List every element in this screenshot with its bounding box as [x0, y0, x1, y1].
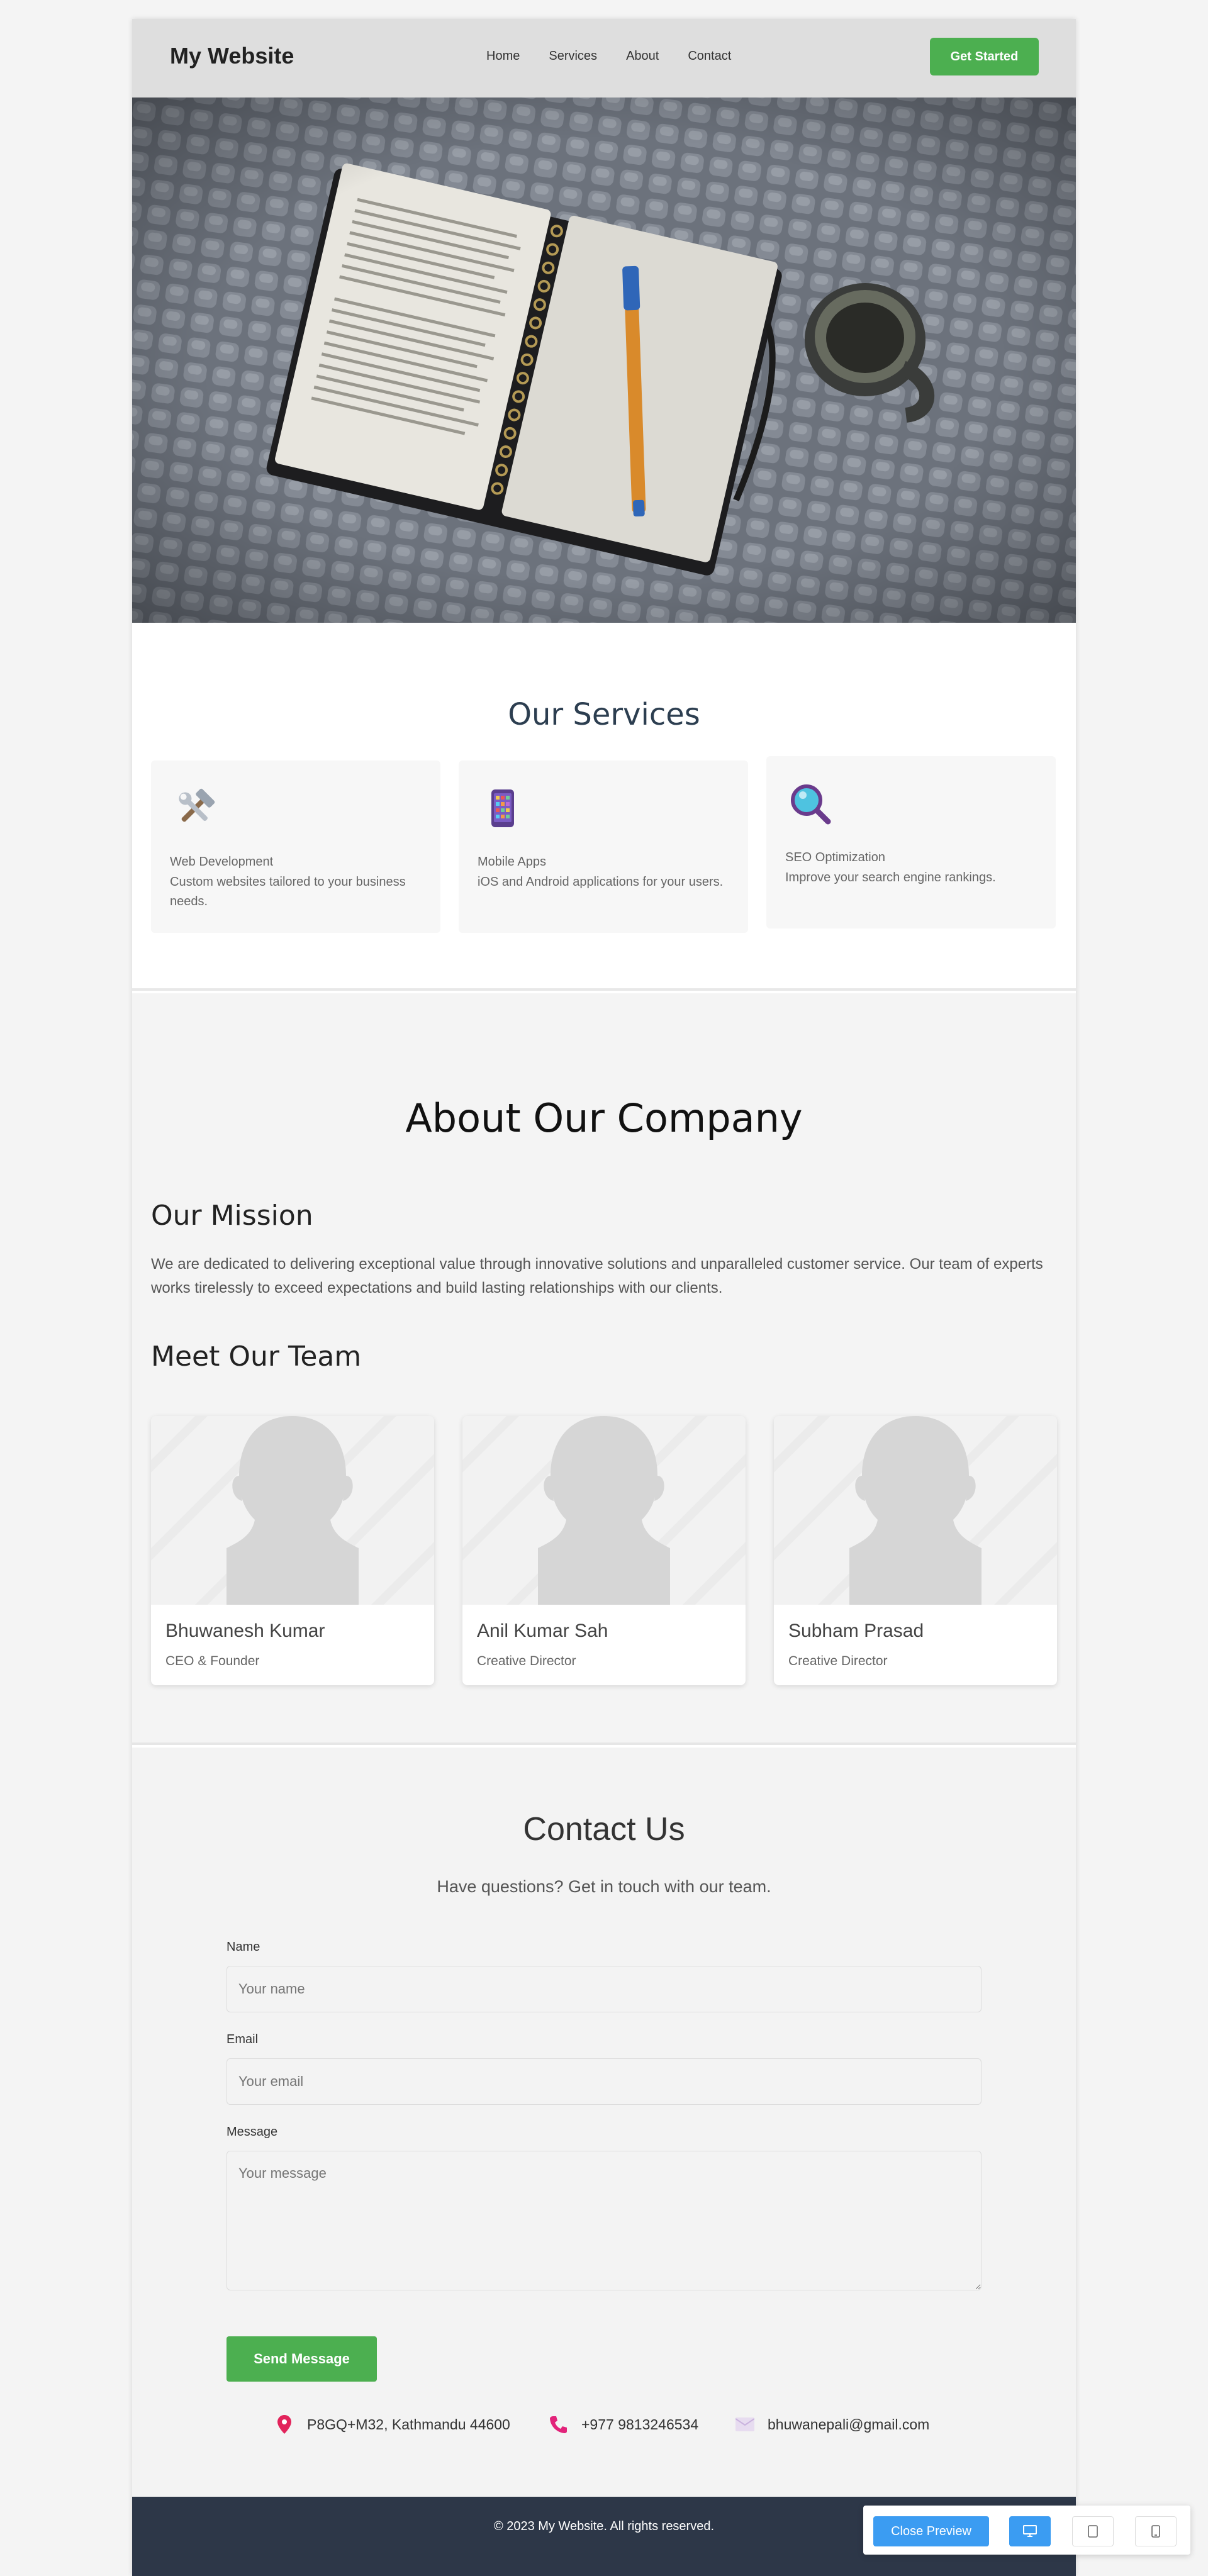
service-card-mobile-apps: Mobile Apps iOS and Android applications…: [459, 761, 748, 933]
mission-heading: Our Mission: [151, 1200, 313, 1232]
preview-page: My Website Home Services About Contact G…: [132, 19, 1076, 2576]
desktop-icon: [1023, 2525, 1037, 2537]
team-card: Anil Kumar Sah Creative Director: [462, 1416, 746, 1685]
team-card: Subham Prasad Creative Director: [774, 1416, 1057, 1685]
envelope-icon: [735, 2414, 755, 2434]
service-card-web-development: Web Development Custom websites tailored…: [151, 761, 440, 933]
about-title: About Our Company: [405, 1095, 803, 1141]
service-description: Custom websites tailored to your busines…: [170, 875, 406, 908]
mobile-view-button[interactable]: [1135, 2516, 1177, 2546]
service-description: Improve your search engine rankings.: [785, 871, 996, 884]
name-input[interactable]: [226, 1966, 982, 2012]
contact-section: Contact Us Have questions? Get in touch …: [132, 1748, 1076, 2497]
team-member-role: CEO & Founder: [165, 1654, 260, 1668]
message-label: Message: [226, 2125, 278, 2139]
service-title: Mobile Apps: [478, 855, 546, 869]
mission-text: We are dedicated to delivering exception…: [151, 1256, 1043, 1296]
contact-address: P8GQ+M32, Kathmandu 44600: [274, 2414, 510, 2434]
contact-phone[interactable]: +977 9813246534: [549, 2414, 698, 2434]
map-pin-icon: [274, 2414, 294, 2434]
mobile-phone-icon: [491, 789, 514, 827]
nav-home[interactable]: Home: [486, 49, 520, 64]
mobile-icon: [1151, 2525, 1160, 2538]
email-label: Email: [226, 2032, 259, 2046]
services-section: Our Services Web Development Custom webs…: [132, 623, 1076, 991]
address-text: P8GQ+M32, Kathmandu 44600: [307, 2416, 510, 2433]
avatar: [774, 1416, 1057, 1605]
send-message-button[interactable]: Send Message: [226, 2336, 377, 2382]
avatar: [462, 1416, 746, 1605]
nav-services[interactable]: Services: [549, 49, 597, 64]
magnifying-glass-icon: [791, 784, 831, 825]
tablet-view-button[interactable]: [1072, 2516, 1114, 2546]
service-title: Web Development: [170, 855, 274, 869]
team-member-name: Anil Kumar Sah: [477, 1620, 608, 1641]
team-card: Bhuwanesh Kumar CEO & Founder: [151, 1416, 434, 1685]
main-nav: Home Services About Contact: [486, 49, 760, 64]
service-title: SEO Optimization: [785, 850, 885, 864]
team-member-role: Creative Director: [788, 1654, 888, 1668]
get-started-button[interactable]: Get Started: [930, 38, 1039, 75]
hammer-wrench-icon: [179, 788, 215, 822]
nav-about[interactable]: About: [626, 49, 659, 64]
brand-logo[interactable]: My Website: [170, 43, 294, 69]
nav-contact[interactable]: Contact: [688, 49, 731, 64]
team-heading: Meet Our Team: [151, 1341, 362, 1373]
services-title: Our Services: [508, 697, 700, 732]
message-textarea[interactable]: [226, 2151, 982, 2290]
service-card-seo: SEO Optimization Improve your search eng…: [766, 756, 1056, 928]
avatar: [151, 1416, 434, 1605]
phone-icon: [549, 2414, 569, 2434]
desktop-view-button[interactable]: [1009, 2516, 1051, 2546]
contact-email[interactable]: bhuwanepali@gmail.com: [735, 2414, 929, 2434]
phone-text: +977 9813246534: [581, 2416, 699, 2433]
tablet-icon: [1088, 2525, 1098, 2538]
name-label: Name: [226, 1940, 260, 1954]
team-member-role: Creative Director: [477, 1654, 576, 1668]
preview-toolbar: Close Preview: [863, 2506, 1190, 2555]
email-input[interactable]: [226, 2058, 982, 2105]
hero-image: [132, 98, 1076, 623]
team-member-name: Bhuwanesh Kumar: [165, 1620, 325, 1641]
contact-title: Contact Us: [523, 1811, 685, 1848]
close-preview-button[interactable]: Close Preview: [873, 2516, 989, 2546]
team-member-name: Subham Prasad: [788, 1620, 924, 1641]
email-text: bhuwanepali@gmail.com: [768, 2416, 930, 2433]
service-description: iOS and Android applications for your us…: [478, 875, 724, 889]
site-header: My Website Home Services About Contact G…: [132, 19, 1076, 98]
about-section: About Our Company Our Mission We are ded…: [132, 993, 1076, 1745]
contact-subtitle: Have questions? Get in touch with our te…: [437, 1877, 771, 1896]
